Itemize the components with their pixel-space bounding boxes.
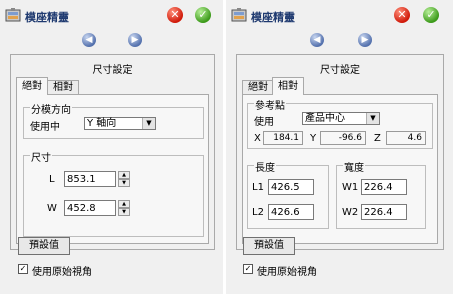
size-settings-frame: 尺寸設定 絕對 相對 分模方向 使用中 Y 軸向 ▼ 尺寸 L 853.1 ▲ … [10, 54, 215, 250]
y-label: Y [310, 133, 317, 144]
spin-down-icon[interactable]: ▼ [118, 179, 130, 187]
readout-value: 4.6 [407, 133, 422, 143]
mold-base-wizard-absolute: 模座精靈 ✕ ✓ ◀ ▶ 尺寸設定 絕對 相對 分模方向 使用中 Y 軸向 ▼ … [0, 0, 223, 294]
tab-absolute[interactable]: 絕對 [16, 77, 48, 95]
original-view-checkbox[interactable]: ✓ [18, 264, 28, 274]
default-button[interactable]: 預設值 [18, 237, 70, 255]
length1-input[interactable]: 426.5 [268, 179, 314, 195]
close-icon[interactable]: ✕ [394, 7, 410, 23]
window-title: 模座精靈 [251, 11, 295, 24]
x-readout: 184.1 [263, 131, 303, 145]
field-value: 226.4 [364, 182, 393, 193]
group-title: 分模方向 [30, 101, 72, 116]
length-spinner: ▲ ▼ [118, 171, 130, 187]
frame-title: 尺寸設定 [320, 65, 360, 76]
y-readout: -96.6 [320, 131, 366, 145]
w1-label: W1 [342, 182, 359, 193]
frame-title: 尺寸設定 [92, 65, 133, 76]
tab-bar: 絕對 相對 [242, 77, 362, 95]
default-button[interactable]: 預設值 [243, 237, 295, 255]
field-value: 426.5 [271, 182, 300, 193]
split-direction-group: 分模方向 使用中 Y 軸向 ▼ [23, 101, 204, 139]
field-value: 853.1 [67, 174, 96, 185]
titlebar: 模座精靈 ✕ ✓ [0, 0, 223, 30]
tab-relative[interactable]: 相對 [272, 77, 304, 95]
tab-relative[interactable]: 相對 [47, 80, 79, 94]
readout-value: 184.1 [273, 133, 299, 143]
length-group: 長度 L1 426.5 L2 426.6 [247, 159, 329, 229]
tab-absolute[interactable]: 絕對 [242, 80, 274, 94]
mold-base-icon [5, 7, 21, 23]
chevron-down-icon[interactable]: ▼ [366, 113, 379, 124]
mold-base-wizard-relative: 模座精靈 ✕ ✓ ◀ ▶ 尺寸設定 絕對 相對 參考點 使用 產品中心 ▼ X … [226, 0, 453, 294]
close-icon[interactable]: ✕ [167, 7, 183, 23]
arrow-left-icon[interactable]: ◀ [82, 33, 96, 47]
spin-up-icon[interactable]: ▲ [118, 171, 130, 179]
width-spinner: ▲ ▼ [118, 200, 130, 216]
l2-label: L2 [252, 207, 264, 218]
l1-label: L1 [252, 182, 264, 193]
group-title: 長度 [254, 159, 276, 174]
select-value: 產品中心 [305, 113, 345, 124]
arrow-right-icon[interactable]: ▶ [358, 33, 372, 47]
use-label: 使用中 [30, 122, 60, 133]
z-readout: 4.6 [386, 131, 426, 145]
tab-page-absolute: 分模方向 使用中 Y 軸向 ▼ 尺寸 L 853.1 ▲ ▼ W 452.8 ▲… [16, 94, 209, 244]
chevron-down-icon[interactable]: ▼ [142, 118, 155, 129]
spin-up-icon[interactable]: ▲ [118, 200, 130, 208]
mold-base-icon [231, 7, 247, 23]
length2-input[interactable]: 426.6 [268, 204, 314, 220]
reference-point-group: 參考點 使用 產品中心 ▼ X 184.1 Y -96.6 Z 4.6 [247, 97, 433, 149]
length-input[interactable]: 853.1 [64, 171, 116, 187]
select-value: Y 軸向 [87, 118, 117, 129]
split-direction-select[interactable]: Y 軸向 ▼ [84, 117, 156, 130]
arrow-right-icon[interactable]: ▶ [128, 33, 142, 47]
field-value: 226.4 [364, 207, 393, 218]
readout-value: -96.6 [338, 133, 362, 143]
size-group: 尺寸 L 853.1 ▲ ▼ W 452.8 ▲ ▼ [23, 149, 204, 237]
size-settings-frame: 尺寸設定 絕對 相對 參考點 使用 產品中心 ▼ X 184.1 Y -96.6 [236, 54, 444, 250]
field-value: 426.6 [271, 207, 300, 218]
reference-point-select[interactable]: 產品中心 ▼ [302, 112, 380, 125]
width-input[interactable]: 452.8 [64, 200, 116, 216]
use-label: 使用 [254, 117, 274, 128]
window-title: 模座精靈 [25, 11, 69, 24]
l-label: L [49, 174, 55, 185]
original-view-label: 使用原始視角 [257, 267, 317, 278]
x-label: X [254, 133, 261, 144]
tab-bar: 絕對 相對 [16, 77, 136, 95]
w2-label: W2 [342, 207, 359, 218]
group-title: 尺寸 [30, 149, 52, 164]
titlebar: 模座精靈 ✕ ✓ [226, 0, 453, 30]
tab-page-relative: 參考點 使用 產品中心 ▼ X 184.1 Y -96.6 Z 4.6 長度 L… [242, 94, 438, 244]
original-view-label: 使用原始視角 [32, 267, 92, 278]
z-label: Z [374, 133, 381, 144]
width-group: 寬度 W1 226.4 W2 226.4 [336, 159, 426, 229]
w-label: W [47, 203, 57, 214]
group-title: 參考點 [254, 97, 286, 112]
check-icon[interactable]: ✓ [195, 7, 211, 23]
original-view-checkbox[interactable]: ✓ [243, 264, 253, 274]
check-icon[interactable]: ✓ [423, 7, 439, 23]
width2-input[interactable]: 226.4 [361, 204, 407, 220]
width1-input[interactable]: 226.4 [361, 179, 407, 195]
spin-down-icon[interactable]: ▼ [118, 208, 130, 216]
field-value: 452.8 [67, 203, 96, 214]
arrow-left-icon[interactable]: ◀ [310, 33, 324, 47]
group-title: 寬度 [343, 159, 365, 174]
